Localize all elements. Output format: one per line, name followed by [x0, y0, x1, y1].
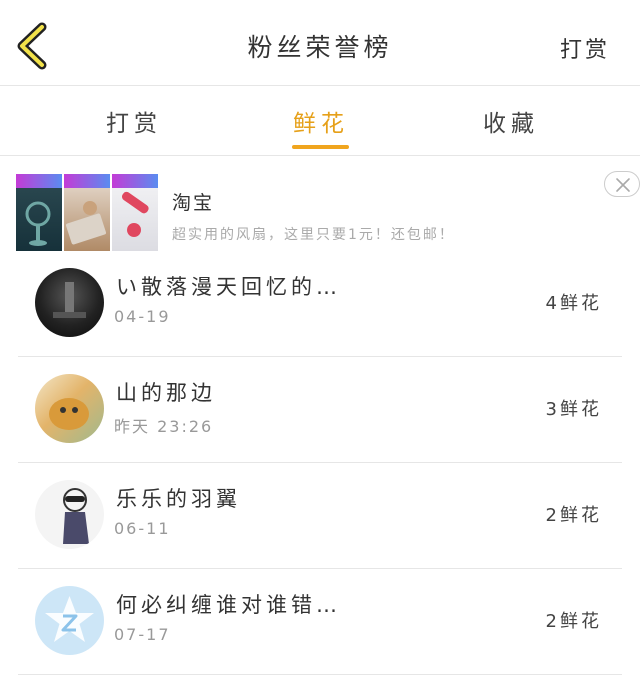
top-bar: 粉丝荣誉榜 打赏: [0, 0, 640, 86]
active-tab-indicator: [292, 145, 349, 149]
fan-name: 何必纠缠谁对谁错…: [116, 593, 341, 617]
ad-thumb-fan-1: [16, 174, 62, 251]
fan-time: 04-19: [114, 307, 171, 326]
flower-count: 2鲜花: [545, 611, 602, 632]
ad-thumb-fan-3: [112, 174, 158, 251]
list-item[interactable]: 乐乐的羽翼 06-11 2鲜花: [18, 463, 622, 569]
ad-banner[interactable]: 淘宝 超实用的风扇，这里只要1元！还包邮！: [0, 156, 640, 256]
page-title: 粉丝荣誉榜: [247, 33, 393, 62]
close-icon: [616, 178, 630, 192]
avatar: [35, 586, 104, 655]
tab-flowers[interactable]: 鲜花: [271, 104, 371, 138]
fan-time: 07-17: [114, 625, 171, 644]
ad-close-button[interactable]: [604, 171, 640, 197]
flower-count: 4鲜花: [545, 293, 602, 314]
tab-bar: 打赏 鲜花 收藏: [0, 86, 640, 156]
fan-name: い散落漫天回忆的…: [116, 275, 341, 299]
ad-thumb-fan-2: [64, 174, 110, 251]
tab-favorites[interactable]: 收藏: [461, 104, 561, 138]
fan-name: 山的那边: [116, 381, 216, 405]
list-item[interactable]: 何必纠缠谁对谁错… 07-17 2鲜花: [18, 569, 622, 675]
ad-title: 淘宝: [172, 192, 215, 214]
tab-reward[interactable]: 打赏: [84, 104, 184, 138]
ad-description: 超实用的风扇，这里只要1元！还包邮！: [172, 227, 455, 243]
list-item[interactable]: い散落漫天回忆的… 04-19 4鲜花: [18, 251, 622, 357]
fan-time: 昨天 23:26: [114, 417, 214, 436]
fan-time: 06-11: [114, 519, 171, 538]
avatar: [35, 268, 104, 337]
fan-name: 乐乐的羽翼: [116, 487, 241, 511]
reward-button[interactable]: 打赏: [560, 32, 610, 64]
ad-image: [16, 174, 158, 251]
flower-count: 2鲜花: [545, 505, 602, 526]
flower-count: 3鲜花: [545, 399, 602, 420]
avatar: [35, 480, 104, 549]
avatar: [35, 374, 104, 443]
list-item[interactable]: 山的那边 昨天 23:26 3鲜花: [18, 357, 622, 463]
